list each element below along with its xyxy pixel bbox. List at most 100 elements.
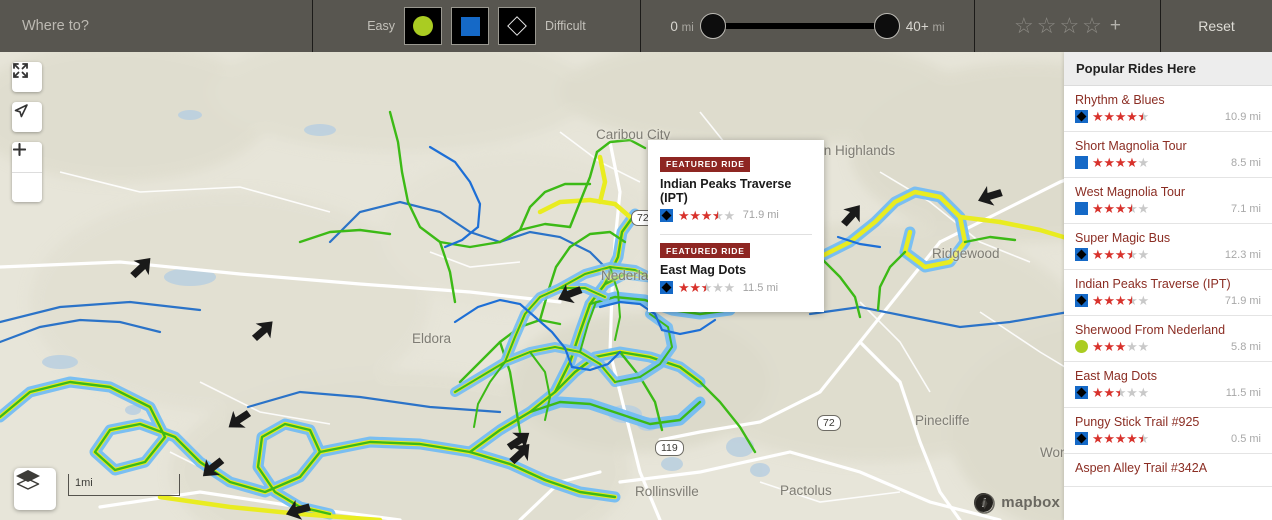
star: ★ <box>712 209 724 222</box>
slider-handle-min[interactable] <box>699 13 726 39</box>
ride-title: Indian Peaks Traverse (IPT) <box>660 176 792 205</box>
star: ★ <box>1126 339 1138 354</box>
featured-badge: FEATURED RIDE <box>660 156 750 172</box>
difficulty-filter: Easy Difficult <box>313 0 640 52</box>
ride-meta: ★★★★★7.1 mi <box>1075 202 1261 215</box>
layers-button[interactable] <box>14 468 56 510</box>
layers-icon <box>16 470 40 490</box>
distance-slider[interactable] <box>699 13 900 39</box>
difficulty-option-blue-square[interactable] <box>451 7 490 45</box>
ride-list-item[interactable]: West Magnolia Tour★★★★★7.1 mi <box>1064 178 1272 224</box>
ride-meta: ★★★★★ 71.9 mi <box>660 208 812 222</box>
distance-min-label: 0 mi <box>670 18 694 34</box>
ride-title: Indian Peaks Traverse (IPT) <box>1075 277 1231 291</box>
ride-distance: 71.9 mi <box>742 209 779 221</box>
star: ★ <box>712 280 724 295</box>
locate-button[interactable] <box>12 102 42 132</box>
rating-stars: ★ ★ ★ ★ ★ <box>1092 432 1149 445</box>
ride-distance: 11.5 mi <box>1225 386 1261 399</box>
rating-stars: ★ ★ ★ ★ ★ <box>678 281 735 294</box>
map-control-locate[interactable] <box>12 102 42 132</box>
star: ★ <box>678 280 690 295</box>
star: ★ <box>1137 110 1149 123</box>
search-input[interactable] <box>22 18 312 34</box>
star: ★ <box>1092 201 1104 216</box>
map-zoom-controls <box>12 142 42 202</box>
reset-section: Reset <box>1161 0 1272 52</box>
star: ★ <box>1126 385 1138 400</box>
ride-meta: ★★★★★ 0.5 mi <box>1075 432 1261 445</box>
reset-button[interactable]: Reset <box>1198 18 1235 34</box>
rating-filter: ☆ ☆ ☆ ☆ + <box>975 0 1160 52</box>
ride-list-item[interactable]: Short Magnolia Tour ★ ★ ★ ★ ★ 8.5 mi <box>1064 132 1272 178</box>
difficulty-icon-green-circle <box>1075 340 1088 353</box>
difficulty-icon-blue-square <box>1075 202 1088 215</box>
ride-list-item[interactable]: Sherwood From Nederland ★ ★ ★ ★ ★ 5.8 mi <box>1064 316 1272 362</box>
ride-list-item[interactable]: Aspen Alley Trail #342A <box>1064 454 1272 487</box>
zoom-out-button[interactable] <box>12 148 42 202</box>
star: ★ <box>1137 293 1149 308</box>
featured-ride-popup[interactable]: FEATURED RIDE Indian Peaks Traverse (IPT… <box>648 140 824 312</box>
navigation-arrow-icon <box>14 104 28 118</box>
ride-meta: ★ ★ ★ ★ ★ 5.8 mi <box>1075 340 1261 353</box>
difficulty-option-green-circle[interactable] <box>404 7 443 45</box>
popup-ride-item[interactable]: FEATURED RIDE East Mag Dots ★★★★★ 11.5 m… <box>660 237 812 301</box>
rating-star-1[interactable]: ☆ <box>1014 15 1034 37</box>
scale-label: 1mi <box>75 477 93 489</box>
ride-list-item[interactable]: East Mag Dots★★★★★11.5 mi <box>1064 362 1272 408</box>
star: ★ <box>1114 155 1127 170</box>
featured-badge: FEATURED RIDE <box>660 243 750 258</box>
star: ★ <box>1103 431 1115 446</box>
mapbox-logo[interactable]: mapbox <box>974 493 1060 514</box>
difficulty-icon-black-diamond <box>1075 294 1088 307</box>
ride-list-item[interactable]: Pungy Stick Trail #925 ★★★★★ 0.5 mi <box>1064 408 1272 454</box>
ride-list-item[interactable]: Super Magic Bus★★★★★12.3 mi <box>1064 224 1272 270</box>
ride-title: Short Magnolia Tour <box>1075 139 1187 153</box>
rating-stars: ★ ★ ★ ★ ★ <box>1092 248 1149 261</box>
ride-list-item[interactable]: Rhythm & Blues★★★★★10.9 mi <box>1064 86 1272 132</box>
ride-meta: ★★★★★10.9 mi <box>1075 110 1261 123</box>
rating-stars: ★ ★ ★ ★ ★ <box>1092 202 1149 215</box>
rating-stars: ★ ★ ★ ★ ★ <box>678 209 735 222</box>
slider-handle-max[interactable] <box>873 13 900 39</box>
star: ★ <box>1137 155 1149 170</box>
star: ★ <box>1137 247 1149 262</box>
difficulty-icon-blue-square <box>1075 156 1088 169</box>
difficulty-option-black-diamond[interactable] <box>498 7 537 45</box>
ride-title: Pungy Stick Trail #925 <box>1075 415 1200 429</box>
difficulty-icon-black-diamond <box>1075 432 1088 445</box>
star: ★ <box>689 207 701 223</box>
rating-stars: ★ ★ ★ ★ ★ <box>1092 386 1149 399</box>
rating-stars: ★ ★ ★ ★ ★ <box>1092 110 1149 123</box>
rating-stars: ★ ★ ★ ★ ★ <box>1092 156 1149 169</box>
rating-star-2[interactable]: ☆ <box>1037 15 1057 37</box>
ride-distance: 0.5 mi <box>1231 432 1261 445</box>
ride-list-item[interactable]: Indian Peaks Traverse (IPT)★★★★★71.9 mi <box>1064 270 1272 316</box>
rating-star-3[interactable]: ☆ <box>1059 15 1079 37</box>
star: ★ <box>1137 385 1149 400</box>
ride-meta: ★ ★ ★ ★ ★ 8.5 mi <box>1075 156 1261 169</box>
ride-meta: ★★★★★ 11.5 mi <box>660 281 812 294</box>
popup-ride-item[interactable]: FEATURED RIDE Indian Peaks Traverse (IPT… <box>660 150 812 228</box>
map-control-fullscreen[interactable] <box>12 62 42 92</box>
rating-stars: ★ ★ ★ ★ ★ <box>1092 340 1149 353</box>
rating-star-4[interactable]: ☆ <box>1082 15 1102 37</box>
diamond-icon <box>507 16 527 36</box>
ride-title: Super Magic Bus <box>1075 231 1171 245</box>
star: ★ <box>1092 247 1104 262</box>
star: ★ <box>1137 201 1149 216</box>
star: ★ <box>1092 339 1104 354</box>
sidebar-title: Popular Rides Here <box>1064 52 1272 86</box>
star: ★ <box>723 280 735 295</box>
ride-distance: 11.5 mi <box>742 281 779 294</box>
difficulty-easy-label: Easy <box>367 19 396 33</box>
difficulty-icon-black-diamond <box>660 281 673 294</box>
star: ★ <box>1114 109 1127 124</box>
star: ★ <box>1126 248 1138 261</box>
fullscreen-button[interactable] <box>12 62 42 92</box>
mapbox-mark-icon <box>974 493 996 514</box>
fullscreen-icon <box>13 63 28 78</box>
star: ★ <box>678 207 690 223</box>
popular-rides-sidebar[interactable]: Popular Rides Here Rhythm & Blues★★★★★10… <box>1064 52 1272 520</box>
mapbox-wordmark: mapbox <box>1001 494 1060 511</box>
